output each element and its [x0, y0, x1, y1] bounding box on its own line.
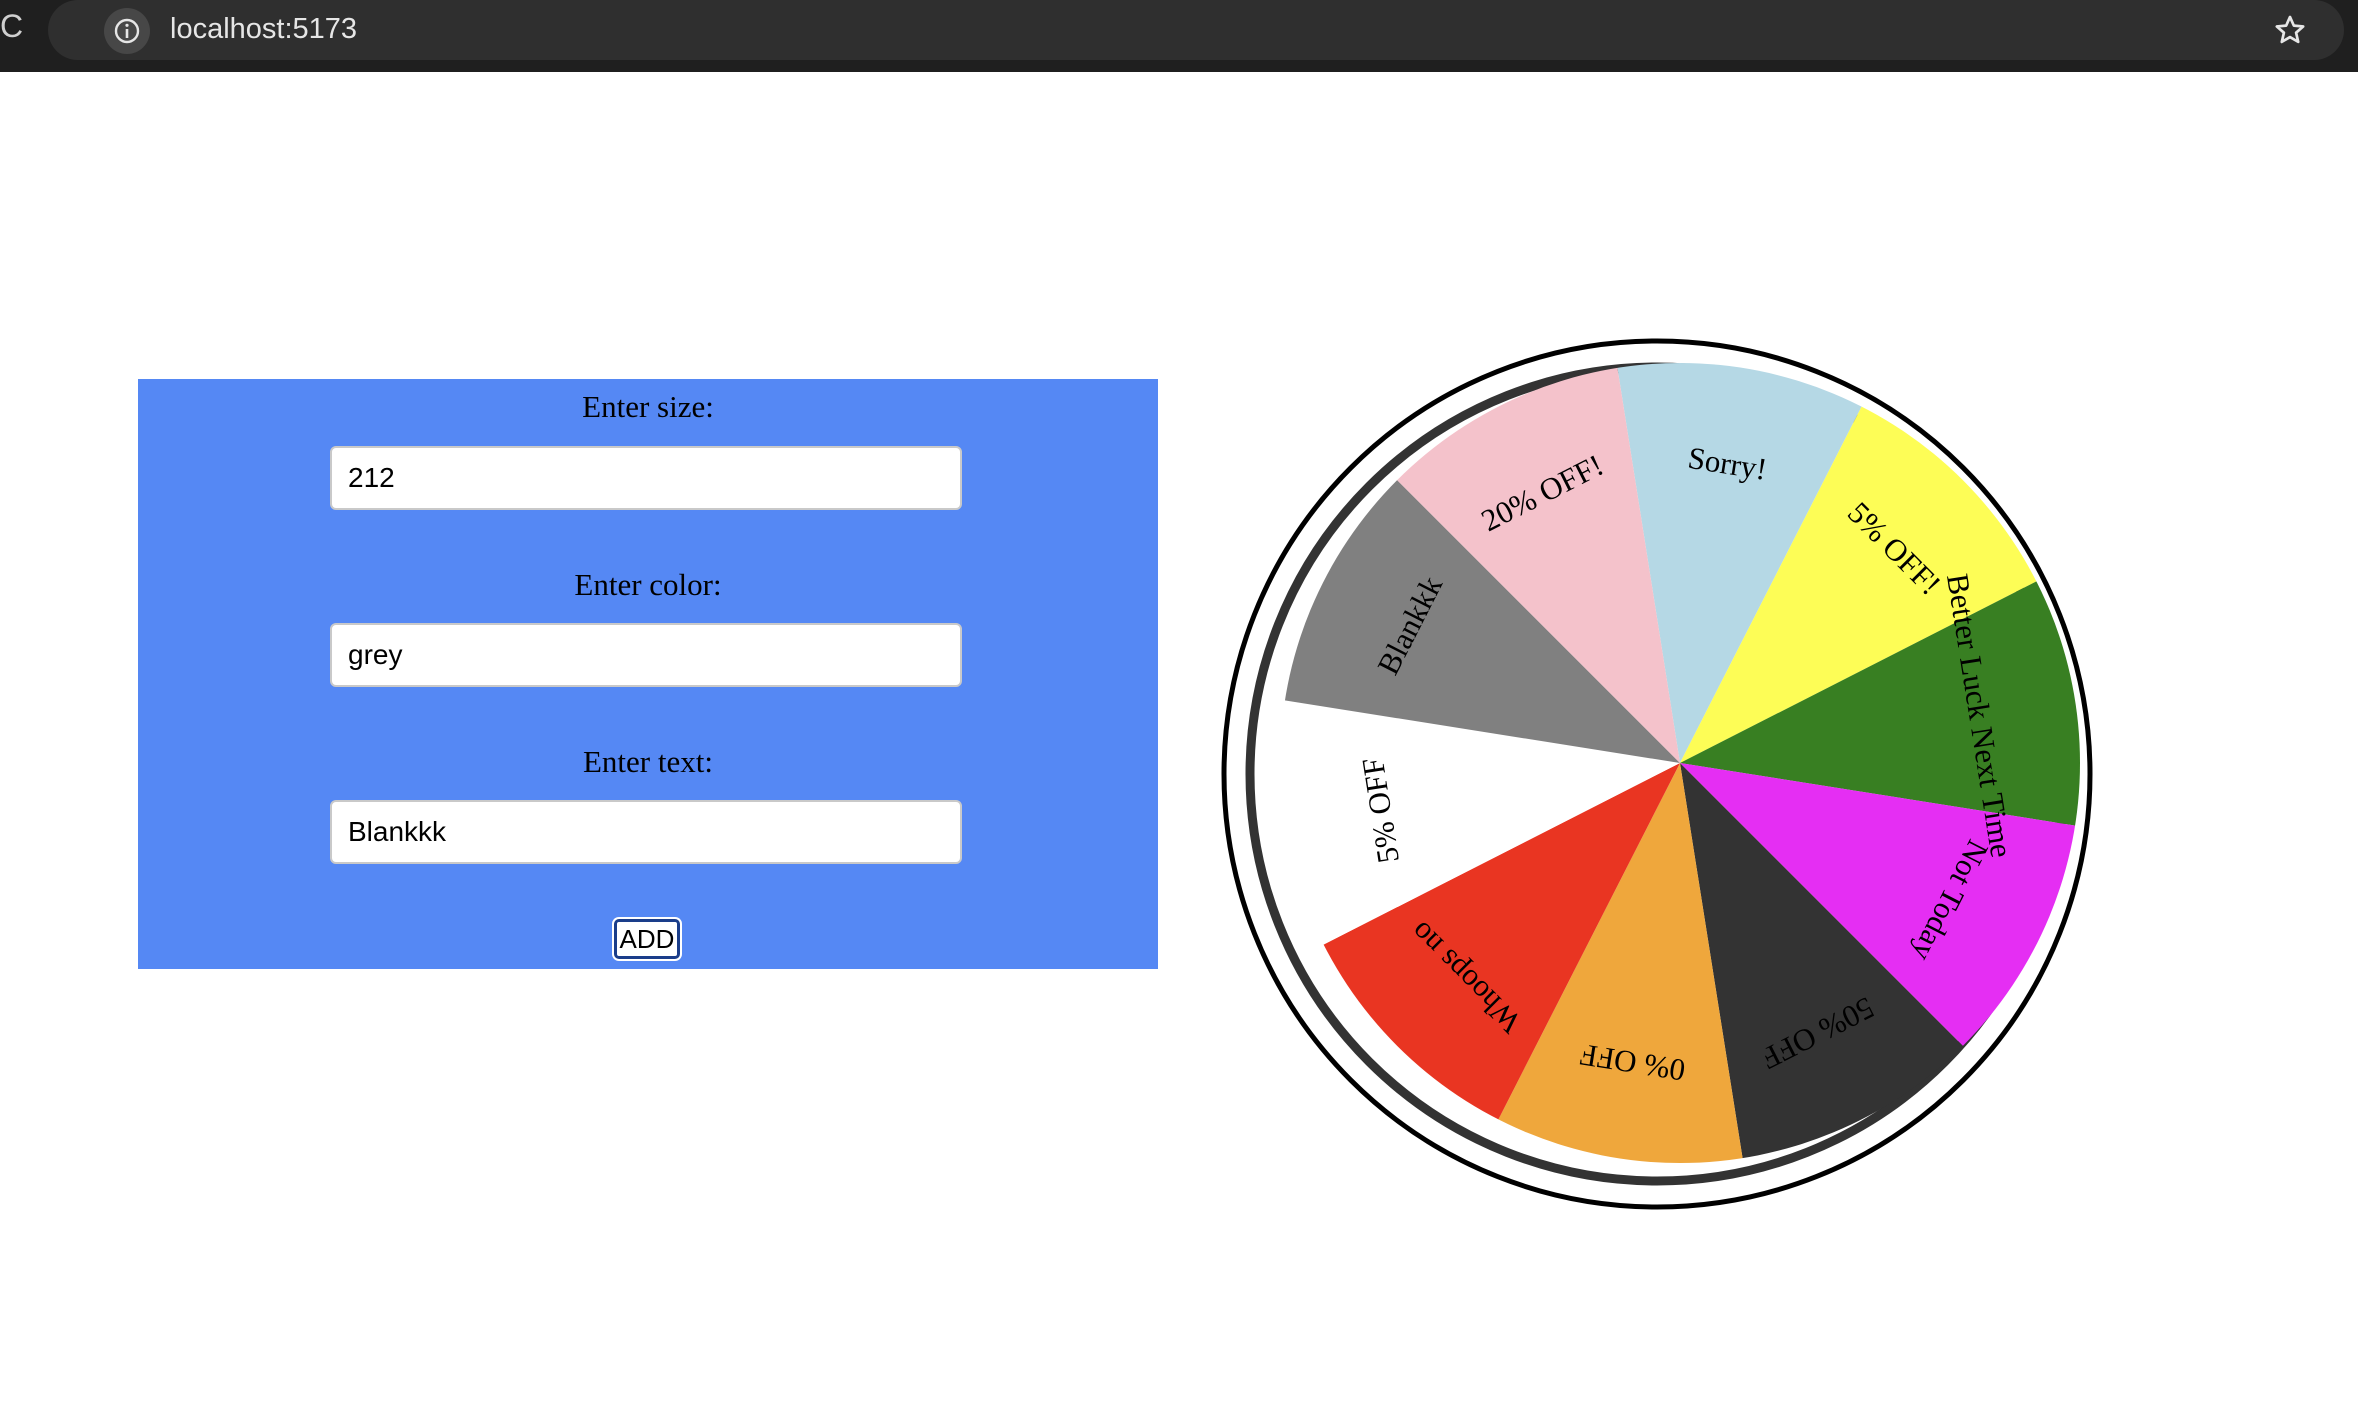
text-label: Enter text: — [583, 744, 713, 779]
add-button[interactable]: ADD — [614, 919, 680, 959]
size-label: Enter size: — [582, 389, 714, 424]
text-input[interactable] — [330, 800, 962, 864]
size-input[interactable] — [330, 446, 962, 510]
address-bar[interactable]: localhost:5173 — [48, 0, 2344, 60]
prize-wheel-graphic[interactable]: Sorry!5% OFF!Better Luck Next TimeNot To… — [1210, 330, 2110, 1230]
reload-icon[interactable]: C — [0, 8, 23, 44]
wheel-form-panel: Enter size: Enter color: Enter text: ADD — [138, 379, 1158, 969]
bookmark-star-icon[interactable] — [2268, 8, 2312, 52]
address-url[interactable]: localhost:5173 — [170, 9, 357, 49]
color-input[interactable] — [330, 623, 962, 687]
browser-toolbar: C localhost:5173 — [0, 0, 2358, 72]
color-label: Enter color: — [574, 567, 722, 602]
prize-wheel[interactable]: Sorry! 5% OFF! Better Luck Next Time Not To… — [1210, 330, 2110, 1230]
site-info-icon[interactable] — [104, 8, 150, 54]
